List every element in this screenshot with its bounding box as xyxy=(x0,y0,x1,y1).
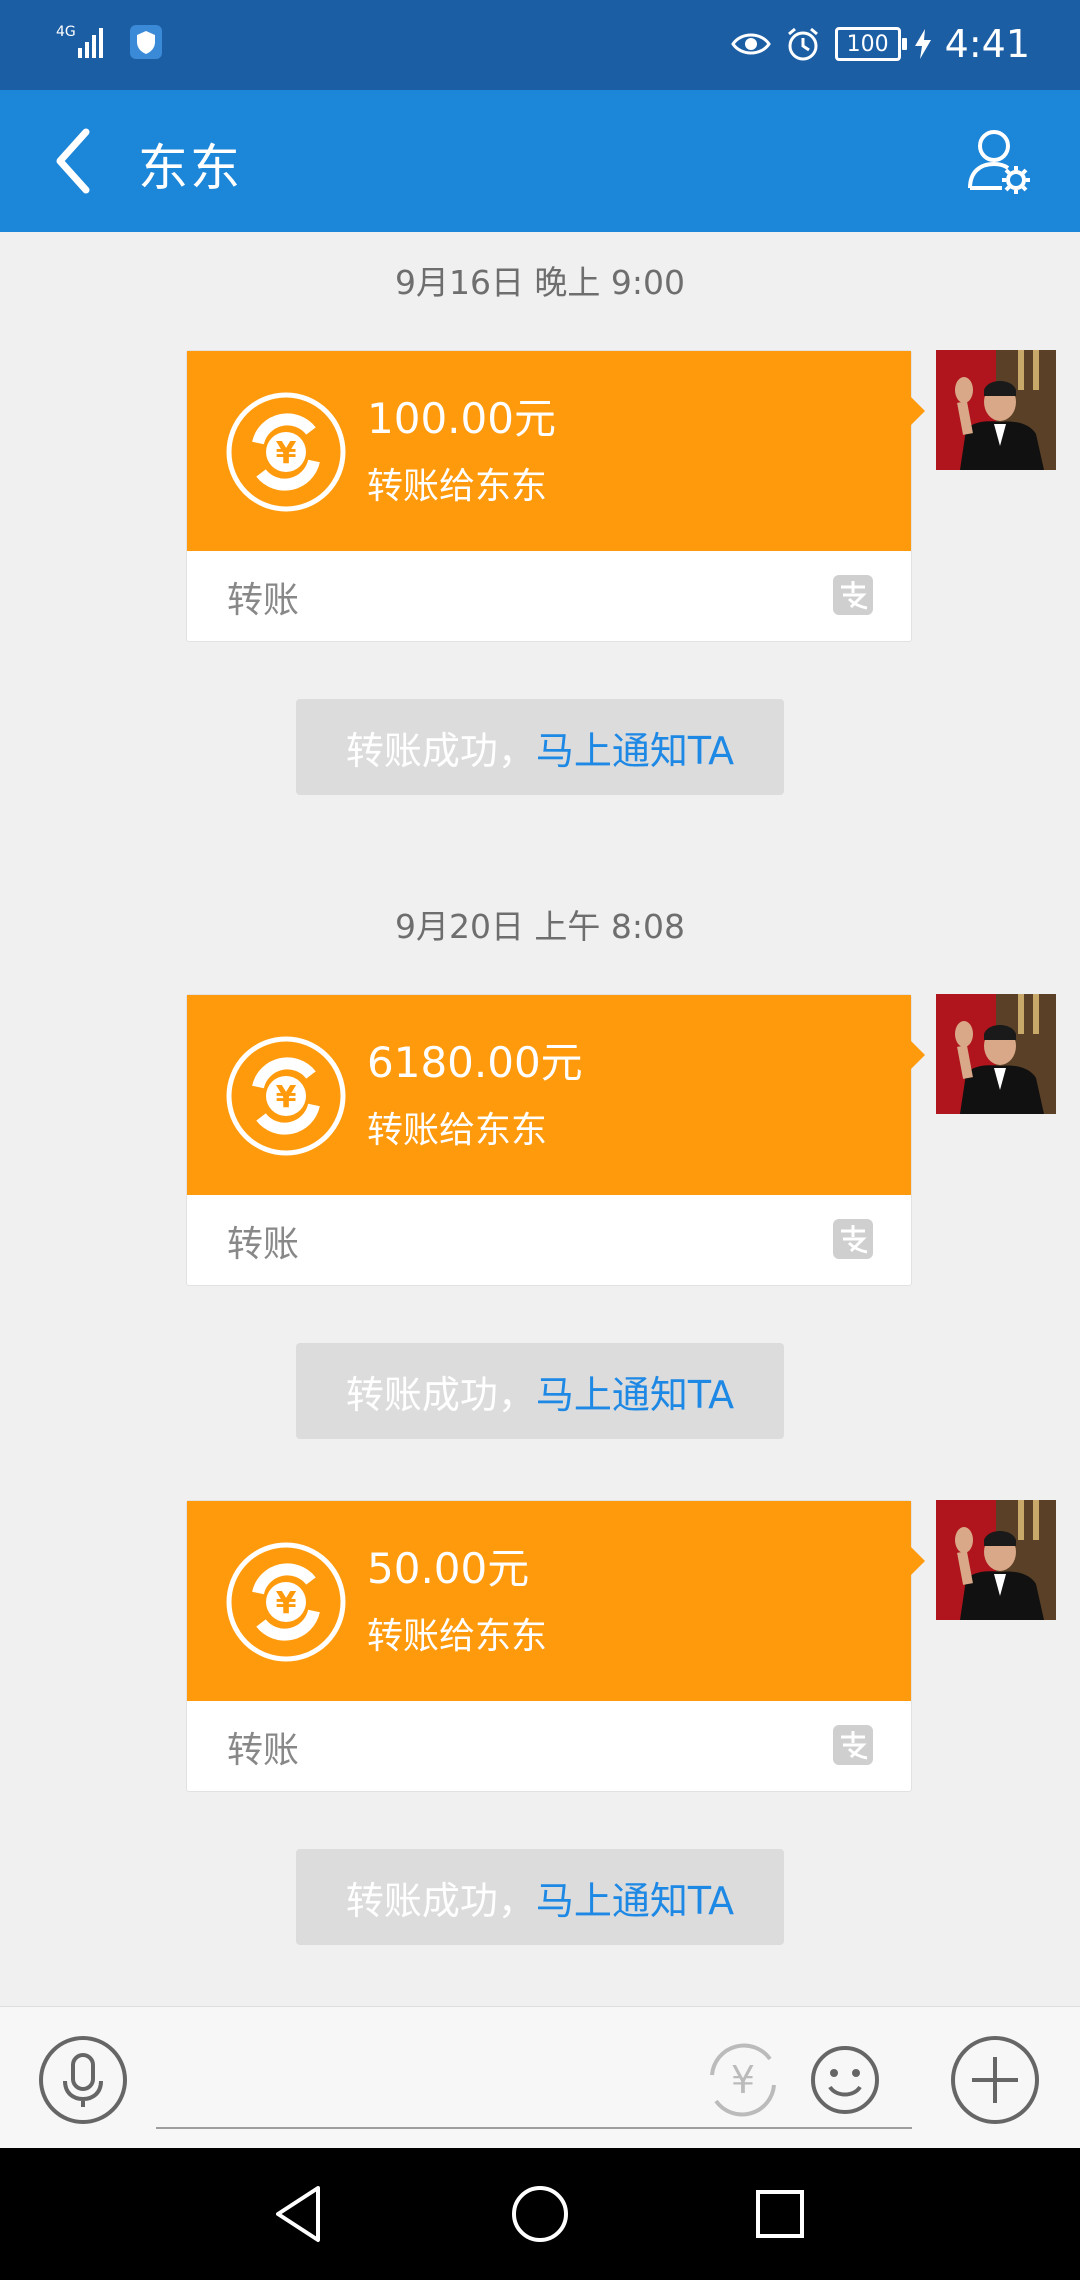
nav-recents-icon[interactable] xyxy=(748,2182,812,2246)
alipay-icon xyxy=(833,1725,873,1765)
notify-link[interactable]: 马上通知TA xyxy=(536,720,734,775)
notify-banner: 转账成功， 马上通知TA xyxy=(296,1343,784,1439)
notify-text: 转账成功， xyxy=(345,1878,536,1923)
nav-home-icon[interactable] xyxy=(508,2182,572,2246)
transfer-card-header: ¥ 6180.00元 转账给东东 xyxy=(187,995,925,1195)
notify-text: 转账成功， xyxy=(345,1372,536,1417)
timestamp: 9月16日 晚上 9:00 xyxy=(394,263,686,302)
status-right: 100 4:41 xyxy=(730,22,1030,66)
transfer-recipient: 转账给东东 xyxy=(367,1110,548,1151)
signal-icon: 4G xyxy=(56,24,103,58)
transfer-label: 转账 xyxy=(227,1224,300,1265)
transfer-card[interactable]: ¥ 6180.00元 转账给东东 转账 xyxy=(186,994,925,1286)
svg-text:¥: ¥ xyxy=(276,1586,297,1621)
svg-text:¥: ¥ xyxy=(276,1080,297,1115)
message-input[interactable] xyxy=(156,2127,912,2129)
transfer-recipient: 转账给东东 xyxy=(367,466,548,507)
app-bar: 东东 xyxy=(0,90,1080,232)
transfer-coin-icon: ¥ xyxy=(226,1542,346,1662)
avatar-image xyxy=(936,994,1056,1114)
add-icon[interactable] xyxy=(950,2035,1040,2125)
battery-indicator: 100 xyxy=(834,27,907,61)
transfer-card-footer: 转账 xyxy=(187,1195,911,1283)
status-left: 4G xyxy=(56,22,162,62)
notify-banner: 转账成功， 马上通知TA xyxy=(296,1849,784,1945)
avatar[interactable] xyxy=(936,994,1056,1114)
avatar-image xyxy=(936,1500,1056,1620)
transfer-amount: 50.00元 xyxy=(367,1544,530,1593)
charging-icon xyxy=(914,29,931,59)
notify-text: 转账成功， xyxy=(345,728,536,773)
alipay-icon xyxy=(833,1219,873,1259)
chat-title: 东东 xyxy=(138,139,242,197)
input-bar: ¥ xyxy=(0,2006,1080,2149)
eye-icon xyxy=(730,33,771,55)
transfer-recipient: 转账给东东 xyxy=(367,1616,548,1657)
avatar[interactable] xyxy=(936,1500,1056,1620)
notify-banner: 转账成功， 马上通知TA xyxy=(296,699,784,795)
nav-back-icon[interactable] xyxy=(268,2182,332,2246)
voice-input-icon[interactable] xyxy=(38,2035,128,2125)
svg-text:¥: ¥ xyxy=(731,2058,755,2102)
status-bar: 4G 100 4:41 xyxy=(0,0,1080,90)
notify-link[interactable]: 马上通知TA xyxy=(536,1870,734,1925)
transfer-card-header: ¥ 100.00元 转账给东东 xyxy=(187,351,925,551)
transfer-card-footer: 转账 xyxy=(187,551,911,639)
system-navigation-bar xyxy=(0,2148,1080,2280)
profile-settings-icon[interactable] xyxy=(966,126,1032,196)
transfer-label: 转账 xyxy=(227,1730,300,1771)
transfer-amount: 100.00元 xyxy=(367,394,556,443)
status-time: 4:41 xyxy=(944,22,1030,66)
transfer-card[interactable]: ¥ 50.00元 转账给东东 转账 xyxy=(186,1500,925,1792)
timestamp: 9月20日 上午 8:08 xyxy=(394,907,686,946)
svg-text:4G: 4G xyxy=(56,24,76,40)
notify-link[interactable]: 马上通知TA xyxy=(536,1364,734,1419)
shield-icon xyxy=(130,25,162,59)
avatar-image xyxy=(936,350,1056,470)
back-arrow-icon[interactable] xyxy=(46,124,106,198)
transfer-amount: 6180.00元 xyxy=(367,1038,583,1087)
transfer-card-footer: 转账 xyxy=(187,1701,911,1789)
transfer-card[interactable]: ¥ 100.00元 转账给东东 转账 xyxy=(186,350,925,642)
transfer-money-icon[interactable]: ¥ xyxy=(698,2035,788,2125)
svg-text:¥: ¥ xyxy=(276,436,297,471)
avatar[interactable] xyxy=(936,350,1056,470)
transfer-label: 转账 xyxy=(227,580,300,621)
alarm-icon xyxy=(787,27,818,61)
emoji-icon[interactable] xyxy=(800,2035,890,2125)
transfer-coin-icon: ¥ xyxy=(226,392,346,512)
alipay-icon xyxy=(833,575,873,615)
transfer-coin-icon: ¥ xyxy=(226,1036,346,1156)
transfer-card-header: ¥ 50.00元 转账给东东 xyxy=(187,1501,925,1701)
